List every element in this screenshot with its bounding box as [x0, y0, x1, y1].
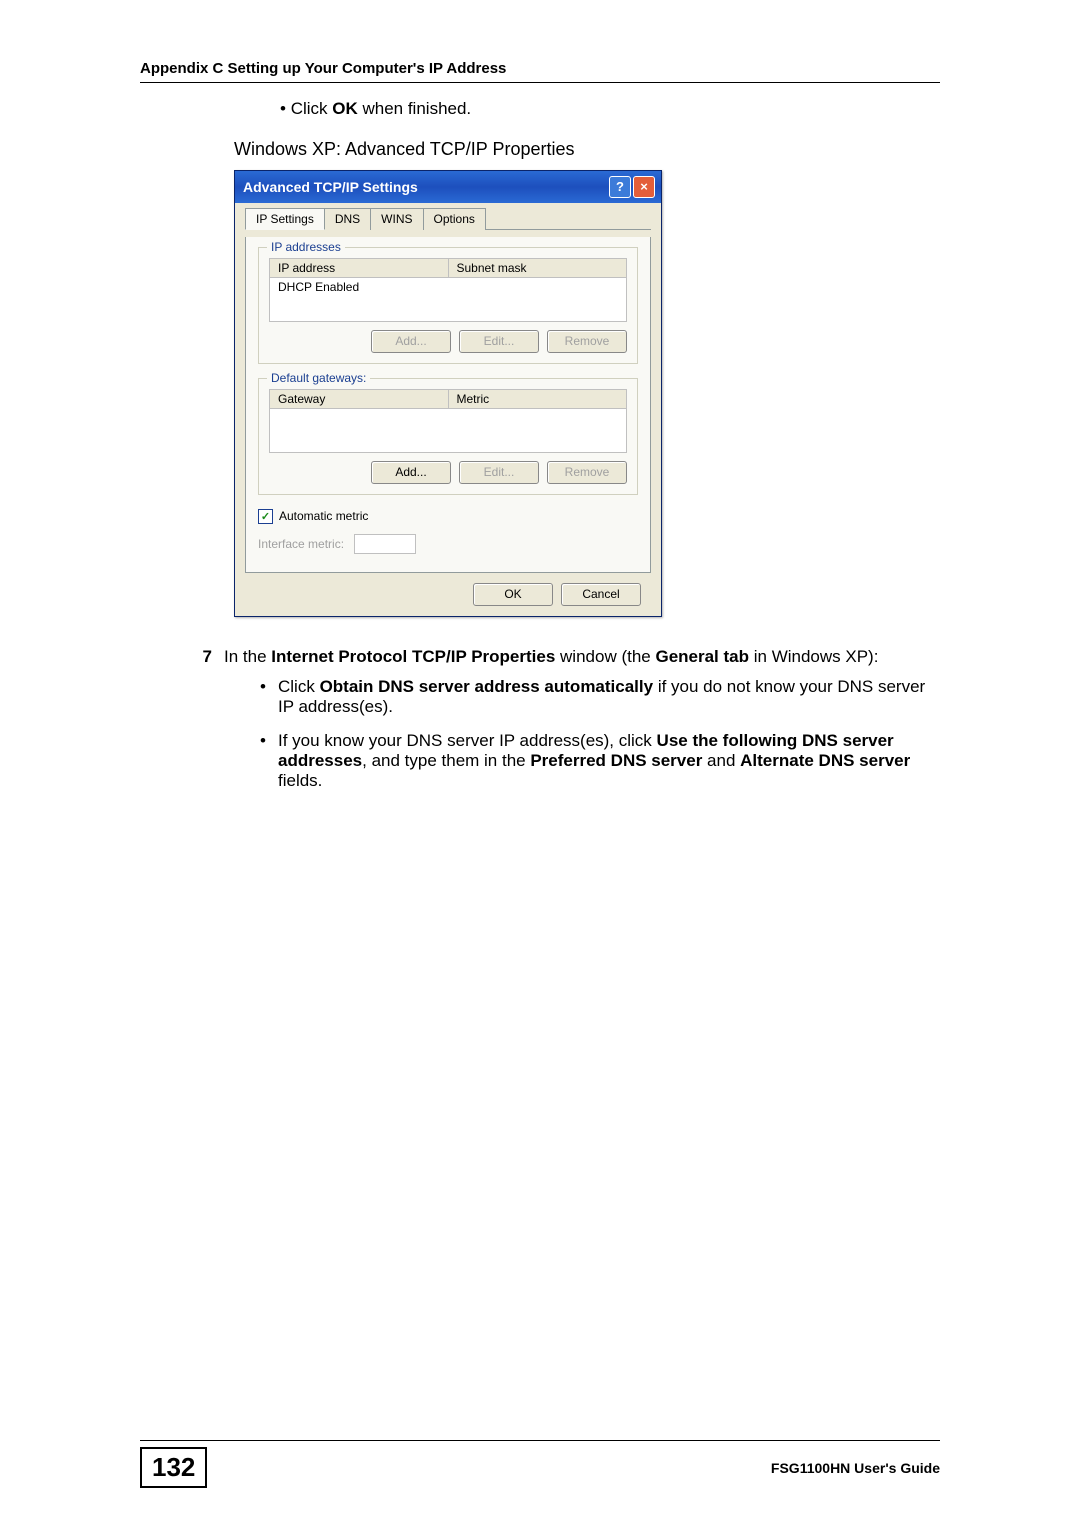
advanced-tcpip-dialog: Advanced TCP/IP Settings ? × IP Settings… — [234, 170, 662, 617]
intro-bullet: Click OK when finished. — [280, 97, 940, 121]
dialog-tabs: IP Settings DNS WINS Options — [245, 207, 651, 230]
remove-gateway-button[interactable]: Remove — [547, 461, 627, 484]
interface-metric-label: Interface metric: — [258, 537, 344, 551]
tab-ip-settings[interactable]: IP Settings — [245, 208, 325, 230]
tab-dns[interactable]: DNS — [324, 208, 371, 230]
close-icon[interactable]: × — [633, 176, 655, 198]
automatic-metric-label: Automatic metric — [279, 509, 368, 523]
gateways-list[interactable]: Gateway Metric — [269, 389, 627, 453]
interface-metric-input — [354, 534, 416, 554]
cancel-button[interactable]: Cancel — [561, 583, 641, 606]
tab-wins[interactable]: WINS — [370, 208, 423, 230]
page-header: Appendix C Setting up Your Computer's IP… — [140, 60, 506, 77]
page-number: 132 — [140, 1447, 207, 1488]
ip-addresses-list[interactable]: IP address Subnet mask DHCP Enabled — [269, 258, 627, 322]
col-subnet-mask: Subnet mask — [449, 259, 627, 277]
step-7: 7 In the Internet Protocol TCP/IP Proper… — [200, 647, 940, 667]
help-icon[interactable]: ? — [609, 176, 631, 198]
gateways-legend: Default gateways: — [267, 371, 370, 385]
add-gateway-button[interactable]: Add... — [371, 461, 451, 484]
ip-addresses-legend: IP addresses — [267, 240, 345, 254]
default-gateways-group: Default gateways: Gateway Metric Add... … — [258, 378, 638, 495]
add-ip-button[interactable]: Add... — [371, 330, 451, 353]
list-item[interactable]: DHCP Enabled — [270, 278, 626, 296]
edit-gateway-button[interactable]: Edit... — [459, 461, 539, 484]
automatic-metric-checkbox[interactable]: ✓ — [258, 509, 273, 524]
col-ip-address: IP address — [270, 259, 449, 277]
dialog-title: Advanced TCP/IP Settings — [243, 179, 418, 195]
sub-bullet-1: Click Obtain DNS server address automati… — [260, 677, 940, 717]
ip-addresses-group: IP addresses IP address Subnet mask DHCP… — [258, 247, 638, 364]
tab-options[interactable]: Options — [423, 208, 486, 230]
dialog-titlebar[interactable]: Advanced TCP/IP Settings ? × — [235, 171, 661, 203]
col-gateway: Gateway — [270, 390, 449, 408]
sub-bullet-2: If you know your DNS server IP address(e… — [260, 731, 940, 791]
figure-caption: Windows XP: Advanced TCP/IP Properties — [234, 139, 940, 160]
ok-button[interactable]: OK — [473, 583, 553, 606]
col-metric: Metric — [449, 390, 627, 408]
edit-ip-button[interactable]: Edit... — [459, 330, 539, 353]
remove-ip-button[interactable]: Remove — [547, 330, 627, 353]
footer-guide-name: FSG1100HN User's Guide — [771, 1460, 940, 1476]
